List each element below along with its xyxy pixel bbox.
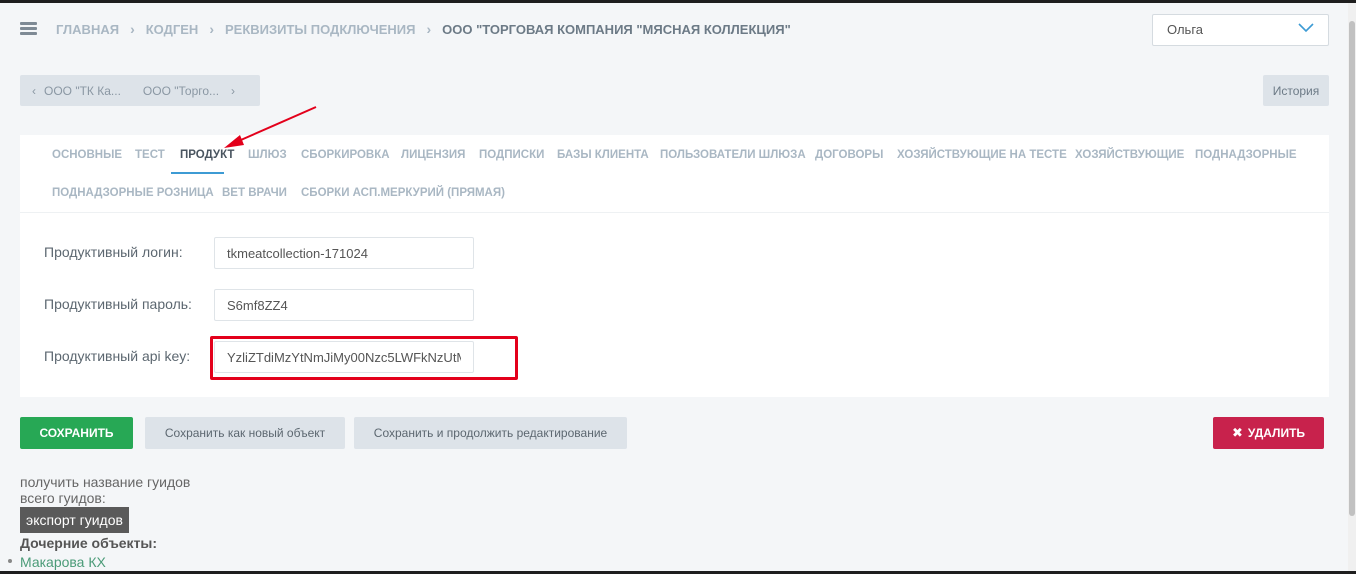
next-object-link[interactable]: ООО "Торго...	[143, 84, 219, 98]
list-bullet-icon	[8, 559, 12, 563]
chevron-right-icon[interactable]: ›	[231, 84, 235, 98]
api-key-input[interactable]	[214, 341, 474, 373]
tab-podnadzornye[interactable]: Поднадзорные	[1195, 149, 1297, 161]
breadcrumb: Главная › Кодген › Реквизиты подключения…	[56, 21, 791, 37]
active-tab-indicator	[171, 172, 224, 174]
user-name: Ольга	[1167, 22, 1204, 37]
save-button[interactable]: Сохранить	[20, 417, 133, 449]
export-guids-button[interactable]: экспорт гуидов	[20, 507, 129, 533]
breadcrumb-separator-icon: ›	[426, 21, 432, 37]
total-guids-text: всего гуидов:	[20, 490, 106, 506]
chevron-left-icon[interactable]: ‹	[32, 84, 36, 98]
top-header: Главная › Кодген › Реквизиты подключения…	[0, 3, 1348, 55]
tab-vet-vrachi[interactable]: Вет врачи	[222, 187, 287, 199]
tab-shlyuz[interactable]: Шлюз	[248, 149, 287, 161]
tab-licenziya[interactable]: Лицензия	[401, 149, 465, 161]
hamburger-menu-icon[interactable]	[20, 22, 37, 36]
password-label: Продуктивный пароль:	[44, 296, 192, 312]
login-label: Продуктивный логин:	[44, 244, 183, 260]
api-key-label: Продуктивный api key:	[44, 348, 191, 364]
child-object-link[interactable]: Макарова КХ	[20, 554, 106, 570]
tab-hozyaystvuyushchie-na-teste[interactable]: Хозяйствующие на тесте	[897, 149, 1067, 161]
tab-polzovateli-shlyuza[interactable]: Пользователи шлюза	[660, 149, 806, 161]
breadcrumb-separator-icon: ›	[130, 21, 135, 37]
tab-sborki-asp-merkuriy[interactable]: Сборки асп.Меркурий (прямая)	[301, 187, 505, 199]
user-dropdown[interactable]: Ольга	[1152, 14, 1329, 46]
child-objects-title: Дочерние объекты:	[20, 535, 158, 551]
tab-osnovnye[interactable]: Основные	[52, 149, 122, 161]
tab-podpiski[interactable]: Подписки	[479, 149, 544, 161]
scrollbar[interactable]	[1348, 3, 1356, 571]
tab-dogovory[interactable]: Договоры	[815, 149, 883, 161]
object-navigation: ‹ ООО "ТК Ка... ООО "Торго... ›	[20, 75, 260, 106]
breadcrumb-current: ООО "Торговая компания "Мясная коллекция…	[442, 21, 791, 37]
tab-sborkirovka[interactable]: Сборкировка	[301, 149, 390, 161]
breadcrumb-home[interactable]: Главная	[56, 22, 119, 37]
delete-label: Удалить	[1247, 426, 1306, 440]
breadcrumb-separator-icon: ›	[209, 21, 214, 37]
tab-produkt[interactable]: Продукт	[180, 149, 234, 161]
get-guid-names-text: получить название гуидов	[20, 474, 191, 490]
save-as-new-button[interactable]: Сохранить как новый объект	[145, 417, 345, 449]
chevron-down-icon	[1298, 23, 1314, 33]
close-icon: ✖	[1231, 425, 1243, 440]
password-input[interactable]	[214, 289, 474, 321]
tab-divider	[20, 212, 1329, 213]
breadcrumb-connection-details[interactable]: Реквизиты подключения	[225, 22, 416, 37]
tab-podnadzornye-roznica[interactable]: Поднадзорные розница	[52, 187, 214, 199]
breadcrumb-kodgen[interactable]: Кодген	[146, 22, 199, 37]
tab-test[interactable]: Тест	[135, 149, 165, 161]
tab-hozyaystvuyushchie[interactable]: Хозяйствующие	[1075, 149, 1184, 161]
delete-button[interactable]: ✖ Удалить	[1213, 417, 1324, 449]
tab-bazy-klienta[interactable]: Базы клиента	[557, 149, 649, 161]
scrollbar-thumb[interactable]	[1349, 21, 1355, 516]
history-button[interactable]: История	[1263, 75, 1329, 106]
save-and-continue-button[interactable]: Сохранить и продолжить редактирование	[354, 417, 627, 449]
login-input[interactable]	[214, 237, 474, 269]
prev-object-link[interactable]: ООО "ТК Ка...	[44, 84, 121, 98]
